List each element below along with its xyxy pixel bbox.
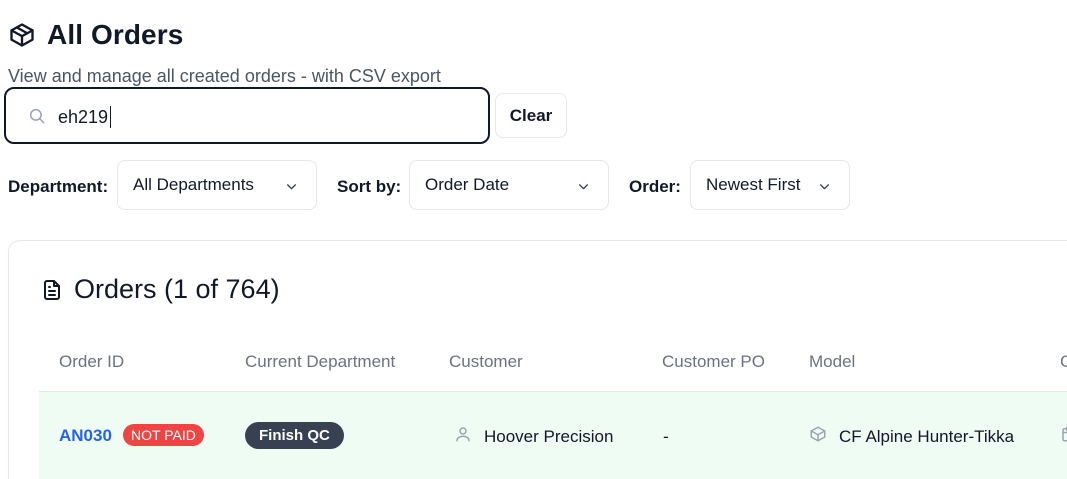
sort-by-label: Sort by: xyxy=(337,177,402,196)
model-name: CF Alpine Hunter-Tikka xyxy=(839,427,1015,446)
order-direction-label: Order: xyxy=(629,177,681,196)
column-header-partial[interactable]: C xyxy=(1060,352,1067,372)
customer-name: Hoover Precision xyxy=(484,427,614,446)
department-select-value: All Departments xyxy=(133,175,254,194)
page-subtitle: View and manage all created orders - wit… xyxy=(8,66,441,86)
orders-card-header: Orders (1 of 764) xyxy=(40,274,280,305)
text-caret xyxy=(110,106,111,128)
column-header-customer[interactable]: Customer xyxy=(449,352,523,372)
package-icon xyxy=(810,426,826,442)
package-icon xyxy=(10,23,34,47)
department-select[interactable]: All Departments xyxy=(117,160,317,210)
order-direction-select-value: Newest First xyxy=(706,175,801,194)
all-orders-page: All Orders View and manage all created o… xyxy=(0,0,1067,479)
chevron-down-icon xyxy=(287,184,296,190)
file-text-icon xyxy=(44,279,60,300)
search-icon xyxy=(29,108,45,124)
column-header-current-department[interactable]: Current Department xyxy=(245,352,395,372)
search-box[interactable] xyxy=(4,87,490,144)
orders-card: Orders (1 of 764) Order ID Current Depar… xyxy=(8,240,1067,479)
sort-by-select[interactable]: Order Date xyxy=(409,160,609,210)
department-filter-label: Department: xyxy=(8,177,109,196)
sort-by-select-value: Order Date xyxy=(425,175,510,194)
department-badge: Finish QC xyxy=(245,422,344,449)
payment-status-badge: NOT PAID xyxy=(123,424,204,446)
page-header: All Orders xyxy=(8,19,183,51)
order-id-link[interactable]: AN030 xyxy=(59,426,112,446)
clear-button[interactable]: Clear xyxy=(495,93,567,138)
chevron-down-icon xyxy=(820,184,829,190)
page-title: All Orders xyxy=(47,19,184,50)
chevron-down-icon xyxy=(579,184,588,190)
calendar-icon xyxy=(1062,426,1067,442)
column-header-model[interactable]: Model xyxy=(809,352,855,372)
orders-card-title: Orders (1 of 764) xyxy=(74,274,280,304)
order-direction-select[interactable]: Newest First xyxy=(690,160,850,210)
column-header-customer-po[interactable]: Customer PO xyxy=(662,352,765,372)
user-icon xyxy=(456,427,470,442)
customer-po-value: - xyxy=(663,427,669,446)
column-header-order-id[interactable]: Order ID xyxy=(59,352,124,372)
search-input[interactable] xyxy=(58,105,458,129)
